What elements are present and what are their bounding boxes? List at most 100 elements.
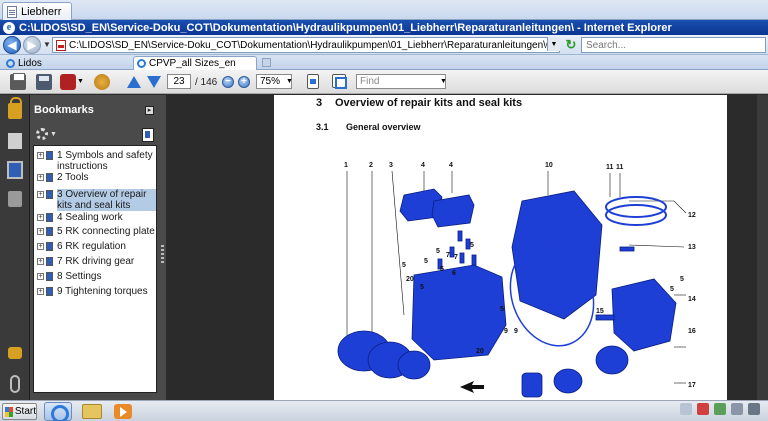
bookmark-label: 3 Overview of repair kits and seal kits: [57, 189, 156, 211]
acrobat-dropdown-icon[interactable]: ▼: [77, 78, 84, 94]
bookmark-icon: [46, 227, 53, 236]
callout-label: 12: [688, 212, 696, 219]
expand-icon[interactable]: +: [37, 191, 44, 198]
callout-label: 17: [688, 382, 696, 389]
callout-label: 16: [688, 328, 696, 335]
address-input[interactable]: C:\LIDOS\SD_EN\Service-Doku_COT\Dokument…: [52, 37, 560, 53]
section-title: Overview of repair kits and seal kits: [335, 97, 523, 109]
start-button[interactable]: Start: [2, 403, 37, 420]
callout-label: 5: [500, 306, 504, 313]
bookmarks-header: Bookmarks: [30, 95, 160, 125]
bookmarks-panel: Bookmarks ▸ ▼ +1 Symbols and safety inst…: [30, 95, 160, 400]
callout-label: 2: [369, 162, 373, 169]
callout-label: 4: [449, 162, 453, 169]
bookmark-label: 8 Settings: [57, 271, 102, 282]
bookmark-icon: [46, 151, 53, 160]
bookmark-label: 6 RK regulation: [57, 241, 126, 252]
bookmark-icon: [46, 257, 53, 266]
page-thumbnails-icon[interactable]: [8, 133, 22, 149]
find-dropdown-icon[interactable]: ▼: [440, 78, 447, 85]
fit-page-icon[interactable]: [307, 74, 319, 89]
comments-icon[interactable]: [8, 347, 22, 359]
address-dropdown-icon[interactable]: ▼: [547, 37, 560, 51]
tab-cpvp[interactable]: CPVP_all Sizes_en: [133, 56, 257, 70]
expand-icon[interactable]: +: [37, 214, 44, 221]
search-input[interactable]: Search...: [581, 37, 766, 53]
history-dropdown-icon[interactable]: ▼: [43, 40, 51, 49]
ie-tab-icon: [6, 58, 15, 68]
vertical-scrollbar[interactable]: [757, 95, 768, 400]
options-gear-icon[interactable]: [36, 128, 48, 140]
zoom-in-icon[interactable]: +: [238, 76, 250, 88]
new-tab-button[interactable]: [262, 58, 271, 67]
tab-lidos[interactable]: Lidos: [3, 56, 123, 70]
bookmark-icon: [46, 190, 53, 199]
exploded-view-diagram: 1 2 3 4 4 10 11 1112135557 75562055 155141617209 9…: [337, 162, 696, 398]
windows-taskbar: Start: [0, 400, 768, 421]
callout-label: 11: [606, 164, 614, 171]
callout-label: 5: [420, 284, 424, 291]
page-tab-bar: Lidos CPVP_all Sizes_en: [0, 55, 768, 70]
bookmark-icon: [46, 242, 53, 251]
page-number-input[interactable]: 23: [167, 74, 191, 89]
address-text: C:\LIDOS\SD_EN\Service-Doku_COT\Dokument…: [69, 39, 560, 51]
pdf-page: 3 Overview of repair kits and seal kits …: [274, 95, 727, 400]
windows-logo-icon: [5, 406, 13, 417]
callout-label: 6: [452, 270, 456, 277]
tray-keyboard-icon[interactable]: [680, 403, 692, 415]
callout-label: 13: [688, 244, 696, 251]
callout-label: 5: [440, 266, 444, 273]
expand-icon[interactable]: +: [37, 258, 44, 265]
expand-icon[interactable]: +: [37, 152, 44, 159]
zoom-out-icon[interactable]: −: [222, 76, 234, 88]
security-lock-icon[interactable]: [8, 97, 22, 119]
tray-security-icon[interactable]: [697, 403, 709, 415]
pdf-file-icon: [56, 40, 66, 51]
new-bookmark-icon[interactable]: [142, 128, 154, 142]
next-page-icon[interactable]: [147, 76, 161, 88]
callout-label: 20: [406, 276, 414, 283]
zoom-dropdown-icon[interactable]: ▼: [286, 78, 293, 85]
tray-flag-icon[interactable]: [748, 403, 760, 415]
page-total: / 146: [195, 77, 218, 88]
browser-tab-liebherr[interactable]: Liebherr: [2, 2, 72, 20]
attachments-paperclip-icon[interactable]: [10, 375, 20, 393]
back-button[interactable]: ◀: [3, 36, 21, 54]
refresh-icon[interactable]: ↻: [564, 38, 578, 52]
tray-network-icon[interactable]: [714, 403, 726, 415]
review-icon[interactable]: [94, 74, 110, 90]
print-icon[interactable]: [10, 73, 26, 90]
bookmark-label: 1 Symbols and safety instructions: [57, 150, 153, 172]
callout-label: 5: [436, 248, 440, 255]
expand-icon[interactable]: +: [37, 273, 44, 280]
close-panel-icon[interactable]: ▸: [145, 106, 154, 115]
bookmark-label: 2 Tools: [57, 172, 89, 183]
callout-label: 5: [670, 286, 674, 293]
expand-icon[interactable]: +: [37, 243, 44, 250]
save-icon[interactable]: [36, 74, 52, 90]
forward-button[interactable]: ▶: [23, 36, 41, 54]
pdf-toolbar: ▼ 23 / 146 − + 75% ▼ Find ▼: [0, 70, 768, 94]
options-dropdown-icon[interactable]: ▼: [50, 131, 57, 138]
bookmarks-icon[interactable]: [7, 161, 23, 179]
signatures-icon[interactable]: [8, 191, 22, 207]
expand-icon[interactable]: +: [37, 174, 44, 181]
browser-tab-strip: Liebherr: [0, 0, 768, 20]
media-player-taskbar-icon[interactable]: [114, 404, 132, 419]
tray-volume-icon[interactable]: [731, 403, 743, 415]
find-input[interactable]: Find: [356, 74, 446, 89]
callout-label: 5: [680, 276, 684, 283]
page-icon: [7, 5, 17, 18]
fit-width-icon[interactable]: [332, 74, 347, 89]
bookmark-icon: [46, 287, 53, 296]
folder-taskbar-icon[interactable]: [82, 404, 102, 419]
splitter-grip-icon[interactable]: [161, 245, 164, 263]
callout-label: 5: [470, 242, 474, 249]
expand-icon[interactable]: +: [37, 228, 44, 235]
acrobat-icon[interactable]: [60, 74, 76, 90]
callout-label: 5: [424, 258, 428, 265]
callout-label: 10: [545, 162, 553, 169]
internet-explorer-taskbar-icon[interactable]: [44, 402, 72, 421]
expand-icon[interactable]: +: [37, 288, 44, 295]
previous-page-icon[interactable]: [127, 76, 141, 88]
